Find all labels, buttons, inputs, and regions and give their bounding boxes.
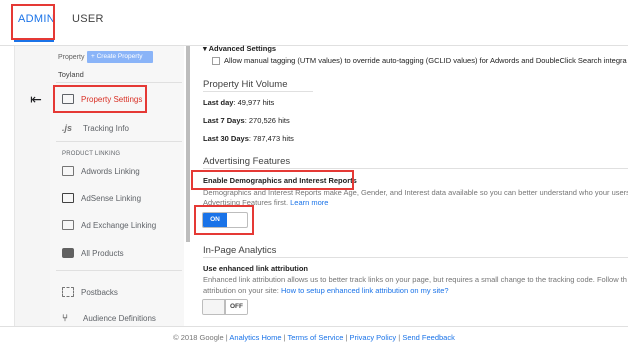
nav-item-audience-definitions[interactable]: ⑂ Audience Definitions bbox=[62, 313, 156, 324]
postbacks-icon bbox=[62, 287, 74, 297]
learn-more-link[interactable]: Learn more bbox=[290, 198, 328, 207]
tab-user[interactable]: USER bbox=[72, 13, 104, 25]
demographics-description: Demographics and Interest Reports make A… bbox=[203, 188, 628, 197]
audience-icon: ⑂ bbox=[62, 313, 68, 324]
manual-tagging-label: Allow manual tagging (UTM values) to ove… bbox=[224, 56, 627, 65]
nav-item-label: Adwords Linking bbox=[81, 166, 140, 176]
toggle-knob bbox=[203, 300, 225, 314]
last-7-days-value: : 270,526 hits bbox=[244, 116, 290, 125]
nav-item-all-products[interactable]: All Products bbox=[62, 248, 124, 258]
nav-item-label: Postbacks bbox=[81, 287, 118, 297]
last-day-label: Last day bbox=[203, 98, 234, 107]
nav-item-tracking-info[interactable]: .js Tracking Info bbox=[62, 123, 129, 133]
nav-item-ad-exchange-linking[interactable]: Ad Exchange Linking bbox=[62, 220, 156, 230]
enhanced-link-description-2-text: attribution on your site: bbox=[203, 286, 279, 295]
enhanced-link-toggle[interactable]: OFF bbox=[202, 299, 248, 315]
footer-link-feedback[interactable]: Send Feedback bbox=[402, 333, 455, 342]
footer-link-terms[interactable]: Terms of Service bbox=[288, 333, 344, 342]
adsense-icon bbox=[62, 193, 74, 203]
left-strip bbox=[14, 46, 50, 326]
nav-item-adsense-linking[interactable]: AdSense Linking bbox=[62, 193, 141, 203]
ad-exchange-icon bbox=[62, 220, 74, 230]
nav-divider bbox=[56, 270, 182, 271]
product-linking-header: PRODUCT LINKING bbox=[62, 151, 121, 157]
nav-item-label: All Products bbox=[81, 248, 124, 258]
footer-link-privacy[interactable]: Privacy Policy bbox=[350, 333, 397, 342]
section-divider bbox=[203, 168, 628, 169]
advanced-settings-toggle[interactable]: ▾ Advanced Settings bbox=[203, 44, 276, 53]
nav-item-adwords-linking[interactable]: Adwords Linking bbox=[62, 166, 140, 176]
js-icon: .js bbox=[62, 123, 73, 133]
nav-item-label: AdSense Linking bbox=[81, 193, 142, 203]
footer-copyright: © 2018 Google | bbox=[173, 333, 228, 342]
last-7-days-label: Last 7 Days bbox=[203, 116, 245, 125]
top-bar: ADMIN USER bbox=[0, 0, 628, 46]
nav-item-postbacks[interactable]: Postbacks bbox=[62, 287, 118, 297]
all-products-icon bbox=[62, 248, 74, 258]
back-arrow-icon[interactable]: ⇤ bbox=[24, 90, 48, 108]
section-divider bbox=[203, 257, 628, 258]
enhanced-link-label: Use enhanced link attribution bbox=[203, 264, 309, 273]
nav-divider bbox=[56, 141, 182, 142]
nav-item-label: Audience Definitions bbox=[83, 314, 156, 323]
highlight-box-toggle bbox=[194, 205, 254, 235]
nav-scrollbar[interactable] bbox=[186, 46, 190, 242]
manual-tagging-checkbox[interactable] bbox=[212, 57, 220, 65]
advertising-features-heading: Advertising Features bbox=[203, 156, 291, 167]
highlight-box-property-settings bbox=[53, 85, 147, 113]
nav-divider bbox=[56, 82, 182, 83]
property-name[interactable]: Toyland bbox=[58, 70, 84, 79]
nav-item-label: Tracking Info bbox=[83, 123, 129, 133]
adwords-icon bbox=[62, 166, 74, 176]
section-divider bbox=[203, 91, 313, 92]
enhanced-link-description-2: attribution on your site: How to setup e… bbox=[203, 286, 449, 295]
last-30-days-row: Last 30 Days: 787,473 hits bbox=[203, 134, 294, 143]
property-label: Property bbox=[58, 54, 85, 61]
highlight-box-admin bbox=[11, 4, 55, 40]
in-page-analytics-heading: In-Page Analytics bbox=[203, 245, 277, 256]
hit-volume-heading: Property Hit Volume bbox=[203, 79, 288, 90]
last-7-days-row: Last 7 Days: 270,526 hits bbox=[203, 116, 290, 125]
enhanced-link-description: Enhanced link attribution allows us to b… bbox=[203, 275, 627, 284]
footer-link-analytics-home[interactable]: Analytics Home bbox=[229, 333, 281, 342]
last-30-days-label: Last 30 Days bbox=[203, 134, 249, 143]
last-day-value: : 49,977 hits bbox=[233, 98, 275, 107]
last-30-days-value: : 787,473 hits bbox=[248, 134, 294, 143]
last-day-row: Last day: 49,977 hits bbox=[203, 98, 274, 107]
toggle-off-label: OFF bbox=[225, 300, 247, 314]
highlight-box-demographics bbox=[191, 170, 354, 190]
setup-enhanced-link[interactable]: How to setup enhanced link attribution o… bbox=[281, 286, 449, 295]
tab-admin-indicator bbox=[14, 40, 54, 42]
nav-item-label: Ad Exchange Linking bbox=[81, 220, 157, 230]
footer: © 2018 Google | Analytics Home | Terms o… bbox=[0, 326, 628, 350]
create-property-button[interactable]: + Create Property bbox=[87, 51, 153, 63]
